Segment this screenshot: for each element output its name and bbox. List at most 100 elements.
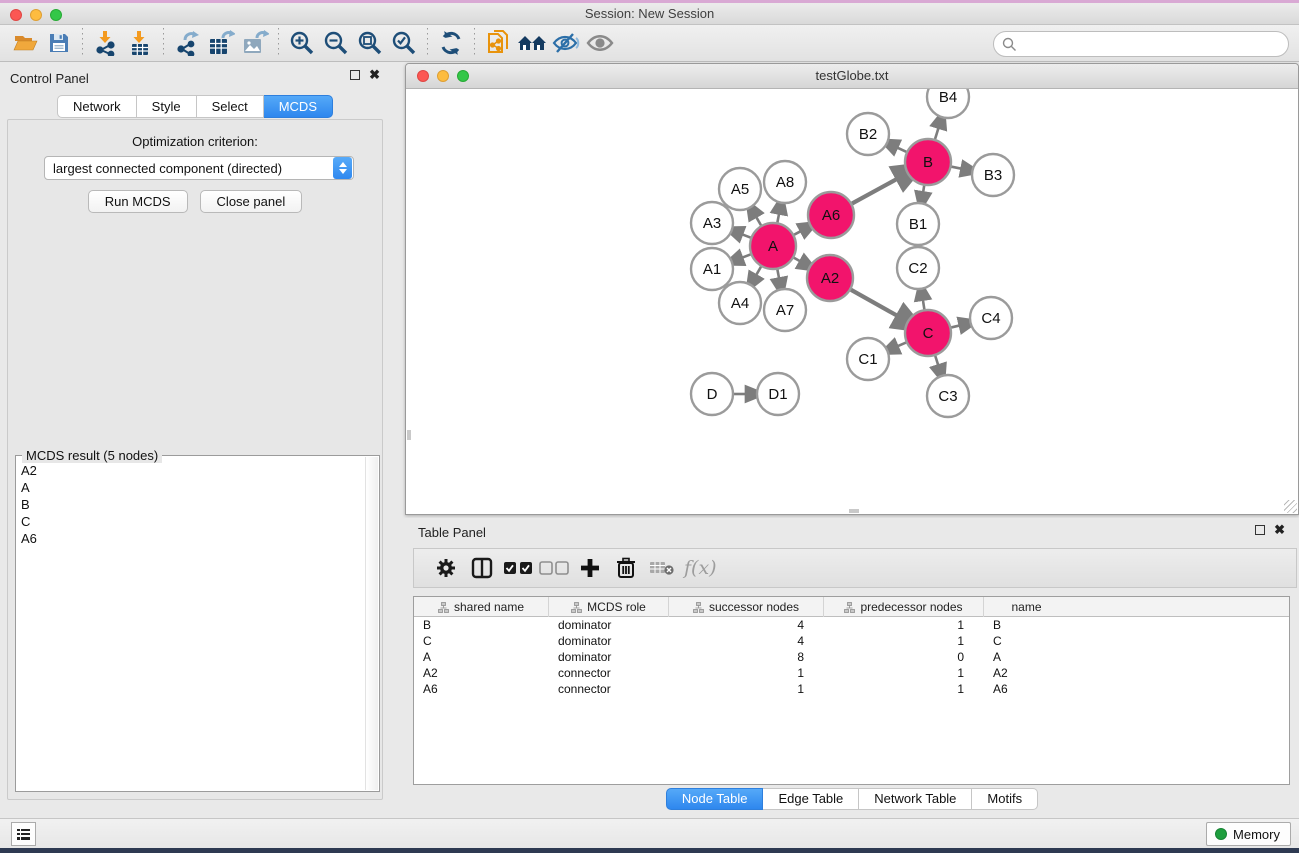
cell-name[interactable]: B	[984, 617, 1069, 633]
cell-shared-name[interactable]: A	[414, 649, 549, 665]
graph-node-A4[interactable]: A4	[719, 282, 761, 324]
show-all-icon[interactable]	[515, 28, 549, 58]
graph-node-A[interactable]: A	[750, 223, 796, 269]
cell-name[interactable]: C	[984, 633, 1069, 649]
graph-edge-C-C1[interactable]	[896, 343, 906, 347]
delete-column-icon[interactable]	[608, 552, 644, 584]
select-all-checks-icon[interactable]	[500, 552, 536, 584]
tab-network[interactable]: Network	[57, 95, 137, 118]
graph-node-C2[interactable]: C2	[897, 247, 939, 289]
apply-layout-icon[interactable]	[434, 28, 468, 58]
graph-node-B1[interactable]: B1	[897, 203, 939, 245]
cell-shared-name[interactable]: C	[414, 633, 549, 649]
mcds-result-item-b[interactable]: B	[17, 496, 365, 513]
tab-network-table[interactable]: Network Table	[859, 788, 972, 810]
table-row-B[interactable]: Bdominator41B	[414, 617, 1289, 633]
network-canvas[interactable]: AA1A2A3A4A5A6A7A8BB1B2B3B4CC1C2C3C4DD1	[406, 89, 1298, 514]
export-network-icon[interactable]	[170, 28, 204, 58]
graph-node-A1[interactable]: A1	[691, 248, 733, 290]
float-panel-icon[interactable]	[350, 70, 360, 80]
new-network-icon[interactable]	[481, 28, 515, 58]
graph-edge-A6-B[interactable]	[852, 178, 899, 204]
graph-edge-A-A1[interactable]	[741, 254, 751, 258]
cell-predecessor-nodes[interactable]: 0	[824, 649, 984, 665]
graph-edge-C-C4[interactable]	[951, 325, 960, 327]
cell-MCDS-role[interactable]: connector	[549, 665, 669, 681]
mcds-result-item-c[interactable]: C	[17, 513, 365, 530]
graph-node-A6[interactable]: A6	[808, 192, 854, 238]
cell-shared-name[interactable]: A6	[414, 681, 549, 697]
column-header-shared-name[interactable]: shared name	[414, 597, 549, 617]
graph-edge-B-B3[interactable]	[952, 167, 963, 169]
graph-edge-A-A4[interactable]	[756, 267, 761, 276]
graph-edge-C-C3[interactable]	[935, 356, 938, 367]
graph-node-C4[interactable]: C4	[970, 297, 1012, 339]
mcds-result-item-a[interactable]: A	[17, 479, 365, 496]
tab-motifs[interactable]: Motifs	[972, 788, 1038, 810]
cell-successor-nodes[interactable]: 1	[669, 681, 824, 697]
graph-edge-A-A7[interactable]	[777, 270, 779, 280]
table-row-C[interactable]: Cdominator41C	[414, 633, 1289, 649]
cell-MCDS-role[interactable]: dominator	[549, 649, 669, 665]
close-table-panel-icon[interactable]: ✖	[1274, 525, 1285, 535]
import-table-icon[interactable]	[123, 28, 157, 58]
graph-node-B2[interactable]: B2	[847, 113, 889, 155]
tab-edge-table[interactable]: Edge Table	[763, 788, 859, 810]
zoom-out-icon[interactable]	[319, 28, 353, 58]
cell-MCDS-role[interactable]: dominator	[549, 617, 669, 633]
cell-shared-name[interactable]: B	[414, 617, 549, 633]
graph-node-A8[interactable]: A8	[764, 161, 806, 203]
zoom-selected-icon[interactable]	[387, 28, 421, 58]
graph-edge-A2-C[interactable]	[851, 290, 899, 317]
zoom-in-icon[interactable]	[285, 28, 319, 58]
open-file-icon[interactable]	[8, 28, 42, 58]
cell-name[interactable]: A	[984, 649, 1069, 665]
cell-name[interactable]: A6	[984, 681, 1069, 697]
tab-style[interactable]: Style	[137, 95, 197, 118]
column-visibility-icon[interactable]	[464, 552, 500, 584]
table-row-A6[interactable]: A6connector11A6	[414, 681, 1289, 697]
graph-edge-B-B2[interactable]	[896, 147, 906, 152]
cell-predecessor-nodes[interactable]: 1	[824, 681, 984, 697]
add-column-icon[interactable]	[572, 552, 608, 584]
table-row-A[interactable]: Adominator80A	[414, 649, 1289, 665]
cell-shared-name[interactable]: A2	[414, 665, 549, 681]
task-history-button[interactable]	[11, 822, 36, 846]
graph-edge-A-A8[interactable]	[777, 212, 779, 222]
float-table-panel-icon[interactable]	[1255, 525, 1265, 535]
graph-node-C1[interactable]: C1	[847, 338, 889, 380]
graph-node-C3[interactable]: C3	[927, 375, 969, 417]
graph-node-B4[interactable]: B4	[927, 89, 969, 118]
graph-edge-C-C2[interactable]	[923, 299, 925, 310]
graph-node-A3[interactable]: A3	[691, 202, 733, 244]
cell-successor-nodes[interactable]: 1	[669, 665, 824, 681]
graph-node-B3[interactable]: B3	[972, 154, 1014, 196]
cell-name[interactable]: A2	[984, 665, 1069, 681]
cell-successor-nodes[interactable]: 4	[669, 633, 824, 649]
column-header-name[interactable]: name	[984, 597, 1069, 617]
graph-edge-A-A5[interactable]	[756, 216, 761, 225]
graph-edge-A-A2[interactable]	[794, 258, 801, 262]
export-table-icon[interactable]	[204, 28, 238, 58]
tab-mcds[interactable]: MCDS	[264, 95, 333, 118]
cell-MCDS-role[interactable]: dominator	[549, 633, 669, 649]
graph-node-A7[interactable]: A7	[764, 289, 806, 331]
graph-node-A5[interactable]: A5	[719, 168, 761, 210]
close-panel-icon[interactable]: ✖	[369, 70, 380, 80]
tab-select[interactable]: Select	[197, 95, 264, 118]
column-header-MCDS-role[interactable]: MCDS role	[549, 597, 669, 617]
tab-node-table[interactable]: Node Table	[666, 788, 764, 810]
graph-edge-B-B1[interactable]	[923, 186, 924, 194]
column-header-successor-nodes[interactable]: successor nodes	[669, 597, 824, 617]
graph-edge-A-A3[interactable]	[741, 234, 751, 238]
cell-predecessor-nodes[interactable]: 1	[824, 633, 984, 649]
window-resize-grip[interactable]	[1284, 500, 1297, 513]
mcds-result-item-a2[interactable]: A2	[17, 462, 365, 479]
memory-button[interactable]: Memory	[1206, 822, 1291, 846]
close-panel-button[interactable]: Close panel	[200, 190, 303, 213]
run-mcds-button[interactable]: Run MCDS	[88, 190, 188, 213]
show-graphics-icon[interactable]	[583, 28, 617, 58]
cell-predecessor-nodes[interactable]: 1	[824, 665, 984, 681]
graph-node-D[interactable]: D	[691, 373, 733, 415]
cell-MCDS-role[interactable]: connector	[549, 681, 669, 697]
